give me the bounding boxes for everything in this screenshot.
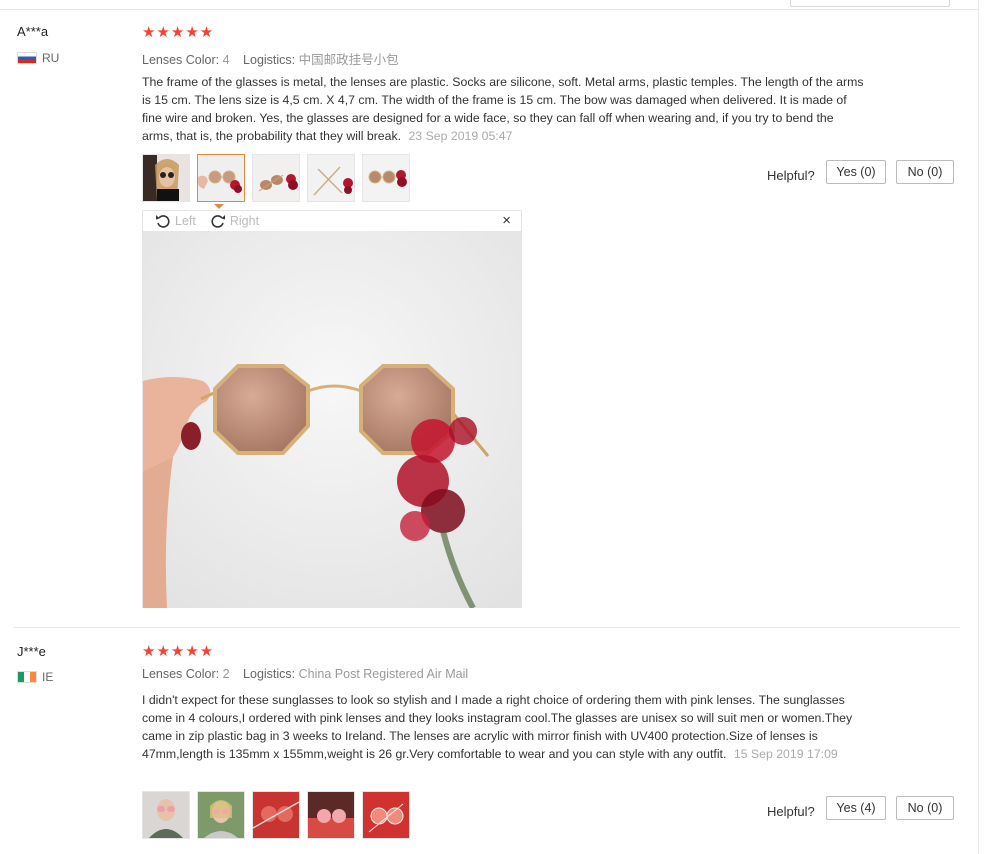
review-photo-large	[143, 231, 521, 608]
rotate-right-icon	[211, 215, 225, 228]
country-code: RU	[42, 51, 60, 65]
photo-thumbnail[interactable]	[197, 791, 245, 839]
photo-thumbnail[interactable]	[307, 154, 355, 202]
review-divider	[14, 627, 960, 628]
rotate-left-label: Left	[175, 214, 196, 228]
photo-thumbnails	[142, 154, 417, 202]
reviewer-name: J***e	[17, 644, 46, 659]
review-date: 23 Sep 2019 05:47	[408, 129, 513, 143]
star-rating: ★★★★★	[142, 643, 215, 660]
rotate-left-button[interactable]: Left	[155, 213, 196, 229]
sort-dropdown[interactable]	[790, 0, 950, 7]
photo-thumbnail[interactable]	[307, 791, 355, 839]
viewer-toolbar: Left Right ×	[143, 211, 521, 231]
helpful-yes-button[interactable]: Yes (4)	[826, 796, 886, 820]
review-text: The frame of the glasses is metal, the l…	[142, 73, 867, 145]
rotate-left-icon	[156, 215, 170, 228]
photo-thumbnail[interactable]	[252, 154, 300, 202]
review-meta: Lenses Color: 2 Logistics: China Post Re…	[142, 667, 478, 681]
flag-ie-icon	[17, 671, 37, 683]
lens-color-label: Lenses Color:	[142, 53, 220, 67]
reviewer-country: RU	[17, 51, 59, 65]
lens-color-label: Lenses Color:	[142, 667, 220, 681]
logistics-value: China Post Registered Air Mail	[298, 667, 469, 681]
helpful-label: Helpful?	[767, 168, 815, 183]
review-meta: Lenses Color: 4 Logistics: 中国邮政挂号小包	[142, 49, 409, 68]
selected-indicator-caret	[214, 204, 224, 209]
logistics-value: 中国邮政挂号小包	[298, 53, 399, 67]
lens-color-value: 2	[222, 667, 230, 681]
helpful-no-button[interactable]: No (0)	[896, 796, 954, 820]
helpful-label: Helpful?	[767, 804, 815, 819]
rotate-right-label: Right	[229, 214, 260, 228]
star-rating: ★★★★★	[142, 24, 215, 41]
photo-thumbnail[interactable]	[142, 791, 190, 839]
flag-ru-icon	[17, 52, 37, 64]
lens-color-value: 4	[222, 53, 230, 67]
photo-viewer: Left Right ×	[142, 210, 522, 608]
reviewer-name: A***a	[17, 24, 49, 39]
close-viewer-button[interactable]: ×	[502, 212, 511, 229]
photo-thumbnail[interactable]	[142, 154, 190, 202]
photo-thumbnail[interactable]	[362, 154, 410, 202]
review-text: I didn't expect for these sunglasses to …	[142, 691, 867, 763]
reviewer-country: IE	[17, 670, 53, 684]
helpful-no-button[interactable]: No (0)	[896, 160, 954, 184]
scrollbar-track[interactable]	[978, 0, 979, 854]
country-code: IE	[42, 670, 54, 684]
review-date: 15 Sep 2019 17:09	[733, 747, 838, 761]
rotate-right-button[interactable]: Right	[210, 213, 259, 229]
helpful-yes-button[interactable]: Yes (0)	[826, 160, 886, 184]
logistics-label: Logistics:	[243, 667, 296, 681]
photo-thumbnail[interactable]	[362, 791, 410, 839]
review-item: J***e IE ★★★★★ Lenses Color: 2 Logistics…	[0, 630, 978, 854]
photo-thumbnail[interactable]	[252, 791, 300, 839]
photo-thumbnails	[142, 791, 417, 839]
photo-thumbnail-selected[interactable]	[197, 154, 245, 202]
logistics-label: Logistics:	[243, 53, 296, 67]
